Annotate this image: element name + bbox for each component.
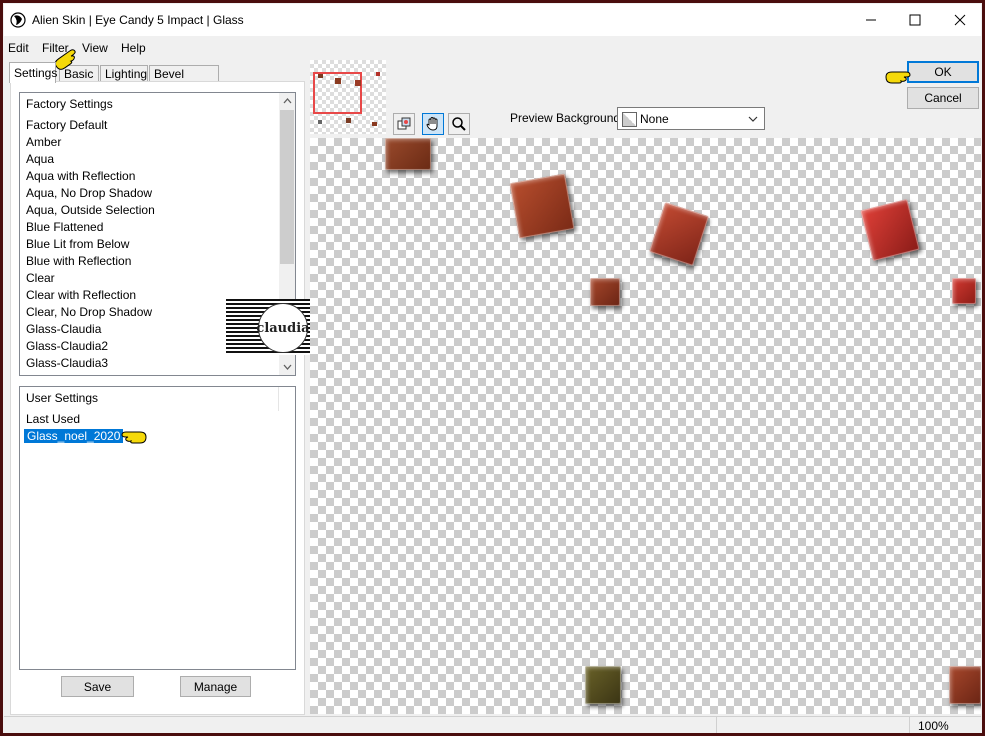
ok-button[interactable]: OK	[907, 61, 979, 83]
title-bar: Alien Skin | Eye Candy 5 Impact | Glass	[4, 4, 981, 36]
glass-tile	[949, 666, 981, 704]
pan-view-tool[interactable]	[393, 113, 415, 135]
menu-help[interactable]: Help	[121, 41, 146, 55]
factory-preset-item[interactable]: Glass-Claudia3	[26, 355, 108, 372]
maximize-icon	[909, 14, 921, 26]
user-item-selected[interactable]: Glass_noel_2020	[22, 428, 125, 445]
factory-preset-item[interactable]: Aqua, No Drop Shadow	[26, 185, 152, 202]
close-icon	[954, 14, 966, 26]
factory-preset-item[interactable]: Glass-Claudia2	[26, 338, 108, 355]
user-list-scroll-stub	[278, 387, 295, 411]
alien-skin-icon	[10, 12, 26, 28]
glass-tile	[952, 278, 976, 304]
status-bar: 100%	[4, 716, 981, 733]
save-button[interactable]: Save	[61, 676, 134, 697]
settings-panel: Factory Settings Factory Default Amber Aqu…	[10, 81, 305, 715]
glass-tile	[860, 198, 920, 262]
watermark-logo: claudia	[256, 303, 310, 353]
status-divider	[909, 717, 910, 733]
factory-preset-item[interactable]: Factory Default	[26, 117, 107, 134]
factory-preset-item[interactable]: Clear	[26, 270, 55, 287]
scroll-down-arrow-icon[interactable]	[279, 359, 295, 375]
preview-background-select[interactable]: None	[617, 107, 765, 130]
preview-background-value: None	[640, 112, 669, 126]
transparent-swatch-icon	[622, 112, 637, 127]
outer-frame: Alien Skin | Eye Candy 5 Impact | Glass …	[0, 0, 985, 736]
zoom-icon	[452, 117, 466, 131]
pointing-hand-icon	[121, 431, 147, 444]
selected-preset-label: Glass_noel_2020	[22, 428, 125, 444]
menu-edit[interactable]: Edit	[8, 41, 29, 55]
user-settings-list[interactable]: User Settings Last Used Glass_noel_2020	[19, 386, 296, 670]
thumb-gem	[355, 80, 361, 86]
chevron-down-icon	[748, 116, 758, 122]
hand-tool[interactable]	[422, 113, 444, 135]
app-window: Alien Skin | Eye Candy 5 Impact | Glass …	[4, 4, 981, 733]
menu-view[interactable]: View	[82, 41, 108, 55]
thumb-gem	[318, 120, 322, 124]
glass-tile	[585, 666, 621, 704]
thumb-gem	[372, 122, 377, 126]
cancel-button[interactable]: Cancel	[907, 87, 979, 109]
zoom-level: 100%	[918, 719, 949, 733]
pointing-hand-icon	[885, 71, 911, 84]
factory-settings-header: Factory Settings	[26, 97, 113, 111]
scroll-thumb[interactable]	[280, 110, 294, 264]
factory-preset-item[interactable]: Aqua	[26, 151, 54, 168]
thumb-gem	[346, 118, 351, 123]
factory-preset-item[interactable]: Amber	[26, 134, 61, 151]
maximize-button[interactable]	[892, 4, 938, 36]
scroll-up-arrow-icon[interactable]	[279, 93, 295, 109]
glass-tile	[509, 173, 575, 239]
manage-button[interactable]: Manage	[180, 676, 251, 697]
thumb-gem	[376, 72, 380, 76]
glass-tile	[385, 138, 431, 170]
factory-preset-item[interactable]: Blue Lit from Below	[26, 236, 129, 253]
user-settings-header: User Settings	[26, 391, 99, 405]
factory-preset-item[interactable]: Clear with Reflection	[26, 287, 136, 304]
factory-preset-item[interactable]: Clear, No Drop Shadow	[26, 304, 152, 321]
close-button[interactable]	[937, 4, 983, 36]
minimize-icon	[866, 19, 876, 21]
window-title: Alien Skin | Eye Candy 5 Impact | Glass	[32, 13, 244, 27]
hand-icon	[426, 117, 438, 131]
watermark-text: claudia	[256, 320, 310, 336]
navigator-thumbnail[interactable]	[310, 60, 386, 134]
tab-settings[interactable]: Settings	[9, 62, 57, 83]
status-divider	[716, 717, 717, 733]
factory-preset-item[interactable]: Aqua with Reflection	[26, 168, 135, 185]
zoom-tool[interactable]	[448, 113, 470, 135]
glass-tile	[649, 202, 709, 266]
pan-view-icon	[397, 117, 411, 130]
factory-preset-item[interactable]: Aqua, Outside Selection	[26, 202, 155, 219]
factory-preset-item[interactable]: Glass-Claudia	[26, 321, 101, 338]
menu-bar: Edit Filter View Help	[4, 37, 981, 57]
factory-preset-item[interactable]: Blue with Reflection	[26, 253, 131, 270]
tab-bevel-profile[interactable]: Bevel Profile	[149, 65, 219, 97]
thumb-gem	[318, 74, 323, 78]
user-item-last-used[interactable]: Last Used	[26, 411, 80, 428]
preview-background-label: Preview Background:	[510, 111, 624, 125]
minimize-button[interactable]	[848, 4, 894, 36]
thumb-gem	[335, 78, 341, 84]
tab-lighting[interactable]: Lighting	[100, 65, 148, 82]
factory-preset-item[interactable]: Blue Flattened	[26, 219, 103, 236]
preview-canvas[interactable]	[310, 138, 981, 714]
glass-tile	[590, 278, 620, 306]
